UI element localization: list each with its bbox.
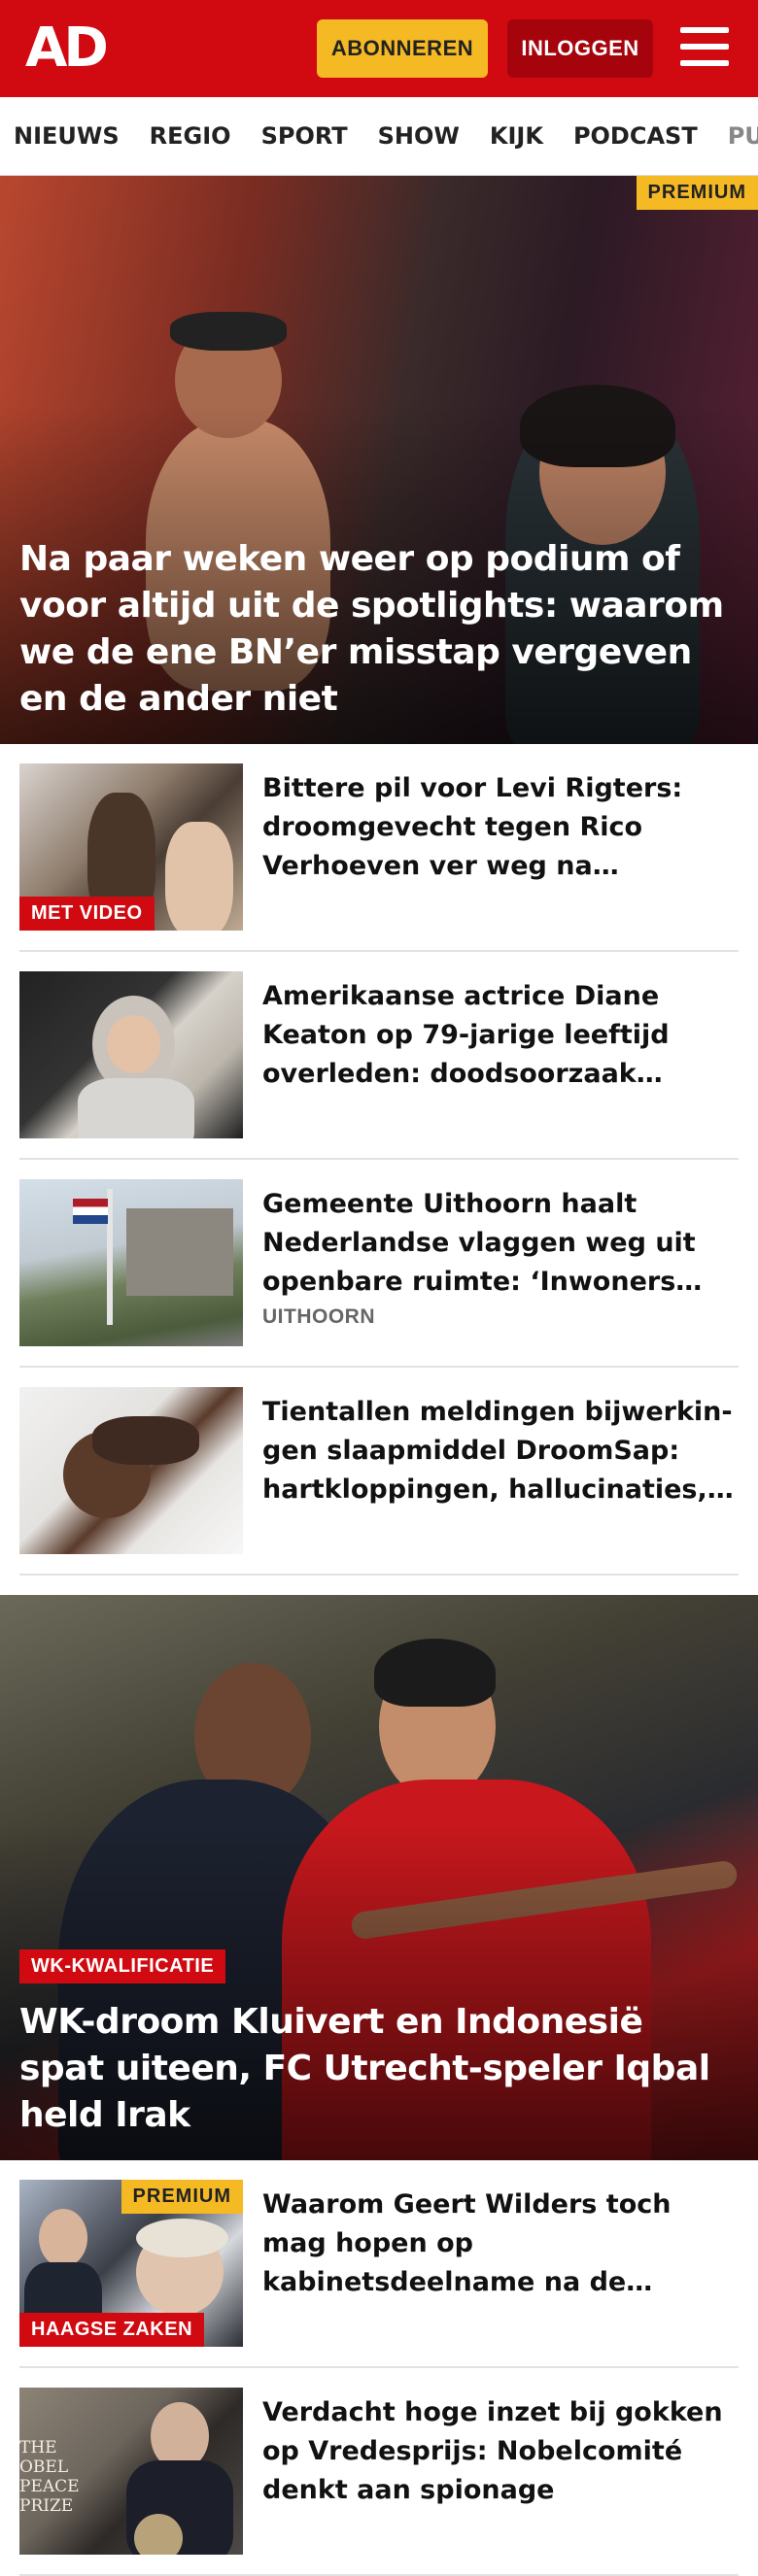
nobel-sign-text: THE OBEL PEACE PRIZE: [19, 2438, 80, 2516]
article-thumbnail: [19, 1179, 243, 1346]
article-title[interactable]: Gemeente Uithoorn haalt Nederlandse vlag…: [262, 1185, 739, 1302]
nav-item-puzzels[interactable]: PUZZ: [728, 122, 758, 150]
article-thumbnail: MET VIDEO: [19, 763, 243, 931]
building-shape: [126, 1208, 233, 1296]
premium-badge: PREMIUM: [121, 2180, 243, 2214]
nav-item-kijk[interactable]: KIJK: [490, 122, 543, 150]
list-item[interactable]: Gemeente Uithoorn haalt Nederlandse vlag…: [19, 1179, 739, 1368]
article-thumbnail: [19, 1387, 243, 1554]
nav-item-sport[interactable]: SPORT: [261, 122, 348, 150]
hero-title[interactable]: WK-droom Kluivert en Indonesië spat uite…: [19, 1999, 739, 2139]
article-title[interactable]: Waarom Geert Wilders toch mag hopen op k…: [262, 2186, 739, 2302]
article-thumbnail: THE OBEL PEACE PRIZE: [19, 2388, 243, 2555]
article-text: Waarom Geert Wilders toch mag hopen op k…: [262, 2180, 739, 2347]
hero-title[interactable]: Na paar weken weer op podium of voor alt…: [19, 536, 739, 723]
category-tag: HAAGSE ZAKEN: [19, 2313, 205, 2347]
article-text: Tientallen meldingen bijwerkin­gen slaap…: [262, 1387, 739, 1554]
list-item[interactable]: THE OBEL PEACE PRIZE Verdacht hoge inzet…: [19, 2388, 739, 2576]
article-title[interactable]: Verdacht hoge inzet bij gokken op Vredes…: [262, 2393, 739, 2510]
article-thumbnail: PREMIUM HAAGSE ZAKEN: [19, 2180, 243, 2347]
nav-item-nieuws[interactable]: NIEUWS: [14, 122, 120, 150]
region-label[interactable]: UITHOORN: [262, 1305, 739, 1329]
nav-item-regio[interactable]: REGIO: [150, 122, 231, 150]
list-item[interactable]: MET VIDEO Bittere pil voor Levi Rigters:…: [19, 763, 739, 952]
hamburger-menu-icon[interactable]: [678, 23, 731, 70]
subscribe-button[interactable]: ABONNEREN: [317, 19, 488, 78]
main-nav: NIEUWS REGIO SPORT SHOW KIJK PODCAST PUZ…: [0, 97, 758, 176]
article-title[interactable]: Tientallen meldingen bijwerkin­gen slaap…: [262, 1393, 739, 1509]
hero-article[interactable]: PREMIUM Na paar weken weer op podium of …: [0, 176, 758, 744]
nav-item-podcast[interactable]: PODCAST: [573, 122, 698, 150]
list-item[interactable]: Amerikaanse actrice Diane Keaton op 79-j…: [19, 971, 739, 1160]
video-tag: MET VIDEO: [19, 897, 155, 931]
list-item[interactable]: Tientallen meldingen bijwerkin­gen slaap…: [19, 1387, 739, 1576]
article-title[interactable]: Bittere pil voor Levi Rigters: droomgeve…: [262, 769, 739, 886]
login-button[interactable]: INLOGGEN: [507, 19, 653, 78]
article-thumbnail: [19, 971, 243, 1138]
category-tag[interactable]: WK-KWALIFICATIE: [19, 1949, 226, 1983]
article-text: Gemeente Uithoorn haalt Nederlandse vlag…: [262, 1179, 739, 1346]
hero-article[interactable]: WK-KWALIFICATIE WK-droom Kluivert en Ind…: [0, 1595, 758, 2160]
article-list: MET VIDEO Bittere pil voor Levi Rigters:…: [0, 744, 758, 1576]
list-item[interactable]: PREMIUM HAAGSE ZAKEN Waarom Geert Wilder…: [19, 2180, 739, 2368]
premium-badge: PREMIUM: [636, 176, 758, 210]
article-text: Verdacht hoge inzet bij gokken op Vredes…: [262, 2388, 739, 2555]
article-title[interactable]: Amerikaanse actrice Diane Keaton op 79-j…: [262, 977, 739, 1094]
site-header: AD ABONNEREN INLOGGEN: [0, 0, 758, 97]
flag-shape: [73, 1199, 108, 1224]
article-list: PREMIUM HAAGSE ZAKEN Waarom Geert Wilder…: [0, 2160, 758, 2576]
ad-logo[interactable]: AD: [25, 21, 111, 76]
article-text: Bittere pil voor Levi Rigters: droomgeve…: [262, 763, 739, 931]
nav-item-show[interactable]: SHOW: [378, 122, 460, 150]
article-text: Amerikaanse actrice Diane Keaton op 79-j…: [262, 971, 739, 1138]
